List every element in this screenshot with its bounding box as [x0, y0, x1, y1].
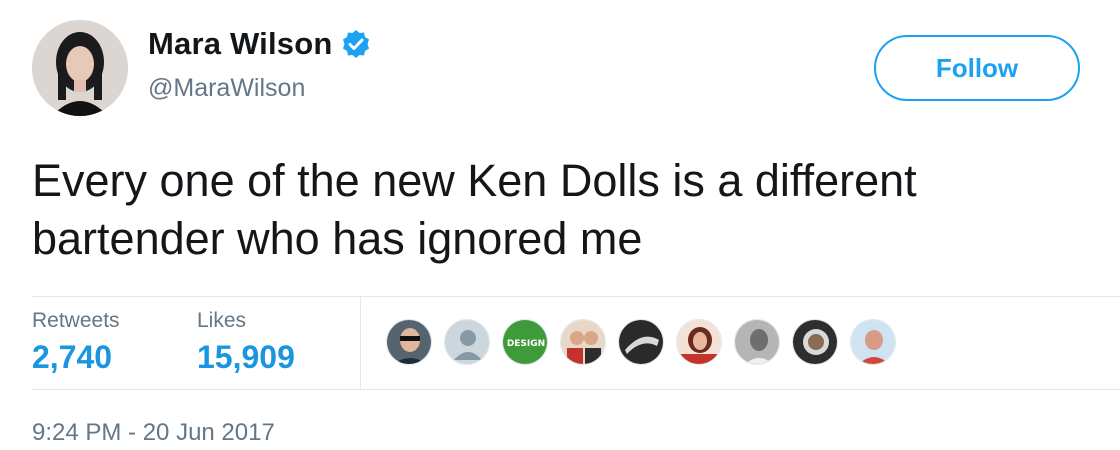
likes-label: Likes: [197, 309, 247, 332]
liker-avatar-6[interactable]: [676, 319, 722, 365]
svg-text:DESIGN: DESIGN: [507, 339, 545, 349]
liker-avatar-1[interactable]: [386, 319, 432, 365]
author-name-row: Mara Wilson: [148, 26, 371, 62]
liker-avatar-7[interactable]: [734, 319, 780, 365]
retweets-label: Retweets: [32, 309, 120, 332]
liker-avatar-8[interactable]: [792, 319, 838, 365]
tweet-text: Every one of the new Ken Dolls is a diff…: [32, 155, 917, 264]
stats-divider: [360, 297, 361, 389]
liker-avatar-3-design[interactable]: DESIGN: [502, 319, 548, 365]
author-name[interactable]: Mara Wilson: [148, 26, 333, 62]
author-handle[interactable]: @MaraWilson: [148, 74, 305, 103]
likes-count: 15,909: [197, 339, 295, 375]
liker-avatar-4[interactable]: [560, 319, 606, 365]
likes-stat[interactable]: Likes 15,909: [197, 309, 295, 376]
liker-avatar-2-default[interactable]: [444, 319, 490, 365]
retweets-stat[interactable]: Retweets 2,740: [32, 309, 120, 376]
retweets-count: 2,740: [32, 339, 113, 375]
tweet-timestamp[interactable]: 9:24 PM - 20 Jun 2017: [32, 419, 275, 447]
liker-avatar-5[interactable]: [618, 319, 664, 365]
verified-badge-icon: [341, 29, 371, 59]
follow-button[interactable]: Follow: [874, 35, 1080, 101]
tweet-stats: Retweets 2,740 Likes 15,909 DESIGN: [32, 296, 1120, 390]
liker-avatar-9[interactable]: [850, 319, 896, 365]
author-avatar[interactable]: [32, 20, 128, 116]
